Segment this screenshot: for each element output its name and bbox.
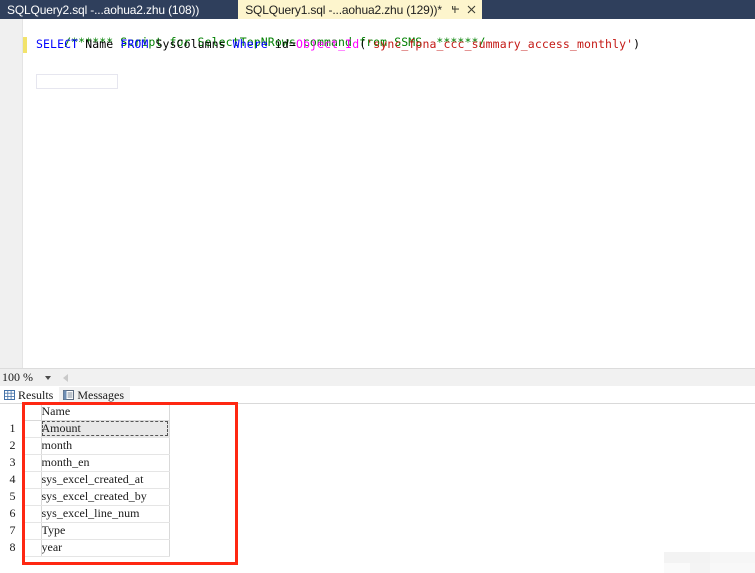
table-row[interactable]: 8 year — [0, 539, 170, 557]
tab-sqlquery1-label: SQLQuery1.sql -...aohua2.zhu (129))* — [245, 2, 442, 17]
header-corner-cell[interactable] — [0, 403, 25, 421]
change-bar-indicator — [23, 37, 27, 53]
sql-keyword-where: Where — [232, 37, 268, 51]
sql-equals: = — [288, 37, 296, 51]
table-row[interactable]: 4 sys_excel_created_at — [0, 471, 170, 489]
message-icon — [63, 390, 75, 400]
tab-results-label: Results — [18, 387, 54, 402]
row-selector[interactable] — [25, 437, 42, 455]
tab-sqlquery2[interactable]: SQLQuery2.sql -...aohua2.zhu (108)) — [0, 0, 236, 19]
zoom-level-dropdown[interactable]: 100 % — [0, 369, 60, 386]
sql-editor[interactable]: /****** Script for SelectTopNRows comman… — [0, 19, 755, 368]
sql-keyword-select: SELECT — [36, 37, 79, 51]
grid-top-border — [0, 403, 755, 404]
tab-sqlquery1[interactable]: SQLQuery1.sql -...aohua2.zhu (129))* — [235, 0, 482, 19]
table-row[interactable]: 3 month_en — [0, 454, 170, 472]
table-row[interactable]: 1 Amount — [0, 420, 170, 438]
table-row[interactable]: 2 month — [0, 437, 170, 455]
editor-status-bar: 100 % — [0, 368, 755, 386]
chevron-down-icon[interactable] — [45, 375, 51, 380]
header-select-cell[interactable] — [25, 403, 42, 421]
row-number[interactable]: 6 — [0, 505, 25, 523]
editor-tab-strip: SQLQuery2.sql -...aohua2.zhu (108)) SQLQ… — [0, 0, 755, 19]
corner-artifact-blocks — [664, 552, 755, 573]
row-selector[interactable] — [25, 454, 42, 472]
results-table: Name 1 Amount 2 month 3 month_en 4 sys_e… — [0, 403, 170, 557]
close-icon[interactable] — [467, 5, 476, 14]
editor-gutter — [0, 19, 23, 368]
row-number[interactable]: 5 — [0, 488, 25, 506]
tab-sqlquery2-label: SQLQuery2.sql -...aohua2.zhu (108)) — [7, 2, 200, 17]
code-line-select: SELECT Name FROM SysColumns Where id=Obj… — [36, 37, 640, 51]
grid-icon — [4, 390, 15, 400]
row-selector[interactable] — [25, 471, 42, 489]
table-row[interactable]: 5 sys_excel_created_by — [0, 488, 170, 506]
sql-predicate-column: id — [274, 37, 289, 51]
cell-name-value[interactable]: year — [41, 539, 170, 557]
cell-name-value[interactable]: month_en — [41, 454, 170, 472]
cell-name-value[interactable]: Type — [41, 522, 170, 540]
tab-results[interactable]: Results — [0, 387, 60, 403]
sql-column-name: Name — [85, 37, 114, 51]
table-header-row: Name — [0, 403, 170, 421]
row-number[interactable]: 4 — [0, 471, 25, 489]
tab-messages-label: Messages — [77, 387, 125, 402]
tab-messages[interactable]: Messages — [59, 387, 131, 403]
row-selector[interactable] — [25, 420, 42, 438]
sql-paren-close: ) — [633, 37, 641, 51]
row-number[interactable]: 1 — [0, 420, 25, 438]
sql-keyword-from: FROM — [120, 37, 149, 51]
table-row[interactable]: 7 Type — [0, 522, 170, 540]
sql-table-syscolumns: SysColumns — [155, 37, 226, 51]
row-number[interactable]: 8 — [0, 539, 25, 557]
row-selector[interactable] — [25, 505, 42, 523]
sql-function-objectid: Object_Id — [296, 37, 360, 51]
row-selector[interactable] — [25, 539, 42, 557]
column-header-name[interactable]: Name — [41, 403, 170, 421]
cell-name-value[interactable]: month — [41, 437, 170, 455]
pin-icon[interactable] — [451, 5, 460, 14]
cell-name-value[interactable]: Amount — [41, 420, 170, 438]
row-selector[interactable] — [25, 488, 42, 506]
scroll-left-arrow-icon[interactable] — [63, 373, 68, 382]
row-selector[interactable] — [25, 522, 42, 540]
row-number[interactable]: 2 — [0, 437, 25, 455]
cell-name-value[interactable]: sys_excel_line_num — [41, 505, 170, 523]
table-row[interactable]: 6 sys_excel_line_num — [0, 505, 170, 523]
editor-empty-line-outline — [36, 74, 118, 89]
sql-string-literal: 'sync_fpna_ccc_summary_access_monthly' — [366, 37, 634, 51]
row-number[interactable]: 7 — [0, 522, 25, 540]
cell-name-value[interactable]: sys_excel_created_by — [41, 488, 170, 506]
results-pane-tab-strip: Results Messages — [0, 387, 755, 403]
row-number[interactable]: 3 — [0, 454, 25, 472]
results-grid[interactable]: Name 1 Amount 2 month 3 month_en 4 sys_e… — [0, 403, 755, 573]
cell-name-value[interactable]: sys_excel_created_at — [41, 471, 170, 489]
editor-horizontal-scrollbar[interactable] — [60, 369, 755, 386]
zoom-level-value: 100 % — [2, 370, 33, 384]
